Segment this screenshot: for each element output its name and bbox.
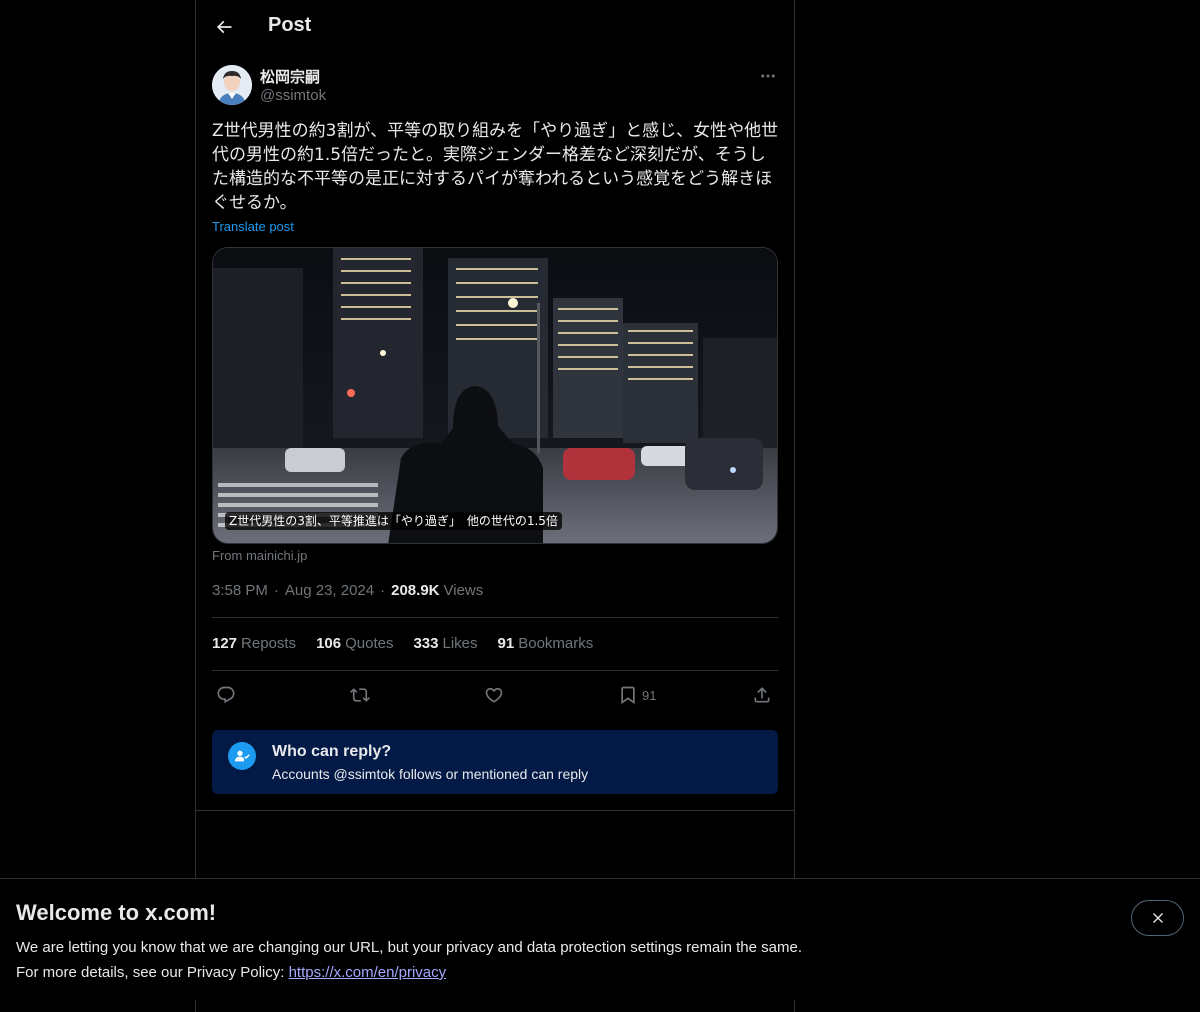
privacy-policy-link[interactable]: https://x.com/en/privacy xyxy=(289,964,447,981)
author-name[interactable]: 松岡宗嗣 xyxy=(260,66,320,87)
post-time[interactable]: 3:58 PM xyxy=(212,582,268,599)
share-icon xyxy=(754,687,770,703)
author-handle[interactable]: @ssimtok xyxy=(260,87,326,104)
bookmarks-stat[interactable]: 91 Bookmarks xyxy=(498,635,594,652)
media-source[interactable]: From mainichi.jp xyxy=(212,548,307,563)
divider xyxy=(196,810,794,811)
bookmark-icon xyxy=(621,686,635,705)
avatar[interactable] xyxy=(212,65,252,105)
share-button[interactable] xyxy=(752,682,772,708)
reposts-stat[interactable]: 127 Reposts xyxy=(212,635,296,652)
page-title: Post xyxy=(268,14,312,36)
media-caption: Z世代男性の3割、平等推進は「やり過ぎ」 他の世代の1.5倍 xyxy=(225,512,562,530)
post-meta: 3:58 PM · Aug 23, 2024 · 208.9K Views xyxy=(212,582,483,599)
reply-button[interactable] xyxy=(216,682,236,708)
more-icon xyxy=(761,74,775,78)
back-button[interactable] xyxy=(208,11,240,43)
likes-stat[interactable]: 333 Likes xyxy=(413,635,477,652)
engagement-stats: 127 Reposts 106 Quotes 333 Likes 91 Bookmark… xyxy=(212,635,613,652)
close-icon xyxy=(1152,913,1163,923)
divider xyxy=(212,617,778,618)
like-button[interactable] xyxy=(484,682,504,708)
main-column: Post 松岡宗嗣 @ssimtok Z世代男性の約3割が、平等の取り組みを「や… xyxy=(195,0,795,1012)
link-card-image[interactable]: Z世代男性の3割、平等推進は「やり過ぎ」 他の世代の1.5倍 xyxy=(212,247,778,544)
banner-line-2: For more details, see our Privacy Policy… xyxy=(16,964,447,981)
post-text: Z世代男性の約3割が、平等の取り組みを「やり過ぎ」と感じ、女性や他世代の男性の約… xyxy=(212,121,779,213)
page-header: Post xyxy=(196,0,794,54)
repost-icon xyxy=(350,688,370,702)
separator-dot: · xyxy=(380,582,386,599)
translate-post-link[interactable]: Translate post xyxy=(212,219,294,234)
reply-restriction-title: Who can reply? xyxy=(272,743,392,760)
close-banner-button[interactable] xyxy=(1131,900,1184,936)
more-options-button[interactable] xyxy=(756,64,780,88)
quotes-stat[interactable]: 106 Quotes xyxy=(316,635,393,652)
url-change-banner: Welcome to x.com! We are letting you kno… xyxy=(0,878,1200,1000)
mention-user-icon xyxy=(228,742,256,770)
views-label: Views xyxy=(443,582,484,599)
separator-dot: · xyxy=(273,582,279,599)
repost-button[interactable] xyxy=(350,682,370,708)
reply-restriction-notice: Who can reply? Accounts @ssimtok follows… xyxy=(212,730,778,794)
banner-line-1: We are letting you know that we are chan… xyxy=(16,939,802,956)
heart-icon xyxy=(485,687,503,703)
reply-restriction-subtitle: Accounts @ssimtok follows or mentioned c… xyxy=(272,766,589,782)
banner-title: Welcome to x.com! xyxy=(16,900,217,925)
reply-icon xyxy=(217,686,235,704)
action-bar: 91 xyxy=(212,682,778,708)
banner-text: We are letting you know that we are chan… xyxy=(16,935,802,985)
arrow-left-icon xyxy=(216,20,232,34)
bookmark-count: 91 xyxy=(642,687,657,703)
post-date[interactable]: Aug 23, 2024 xyxy=(285,582,374,599)
views-count: 208.9K xyxy=(391,582,440,599)
divider xyxy=(212,670,778,671)
bookmark-button[interactable]: 91 xyxy=(618,682,656,708)
